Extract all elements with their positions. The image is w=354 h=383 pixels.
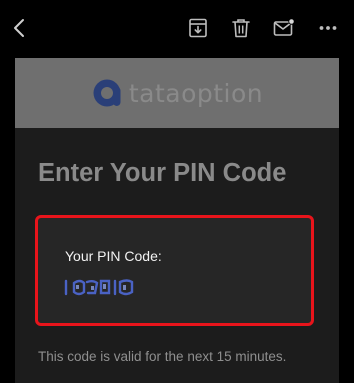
brand-banner: tataoption <box>15 58 339 128</box>
code-validity-note: This code is valid for the next 15 minut… <box>38 349 287 364</box>
chevron-left-icon <box>14 19 24 37</box>
more-horizontal-icon <box>319 26 337 30</box>
brand-a-icon <box>93 79 121 107</box>
brand-logo: tataoption <box>91 76 263 110</box>
pin-code-label: Your PIN Code: <box>65 248 162 264</box>
email-toolbar <box>0 0 354 56</box>
archive-button[interactable] <box>186 16 210 40</box>
brand-logo-text: tataoption <box>128 78 264 108</box>
mark-unread-button[interactable] <box>272 16 296 40</box>
pin-code-value-obscured[interactable] <box>64 276 144 298</box>
email-heading: Enter Your PIN Code <box>38 159 287 187</box>
mail-dot-icon <box>273 18 295 36</box>
trash-icon <box>232 19 250 38</box>
back-button[interactable] <box>8 16 32 40</box>
delete-button[interactable] <box>229 16 253 40</box>
more-options-button[interactable] <box>316 16 340 40</box>
archive-download-icon <box>189 18 207 38</box>
pin-code-card: Your PIN Code: <box>35 215 314 326</box>
